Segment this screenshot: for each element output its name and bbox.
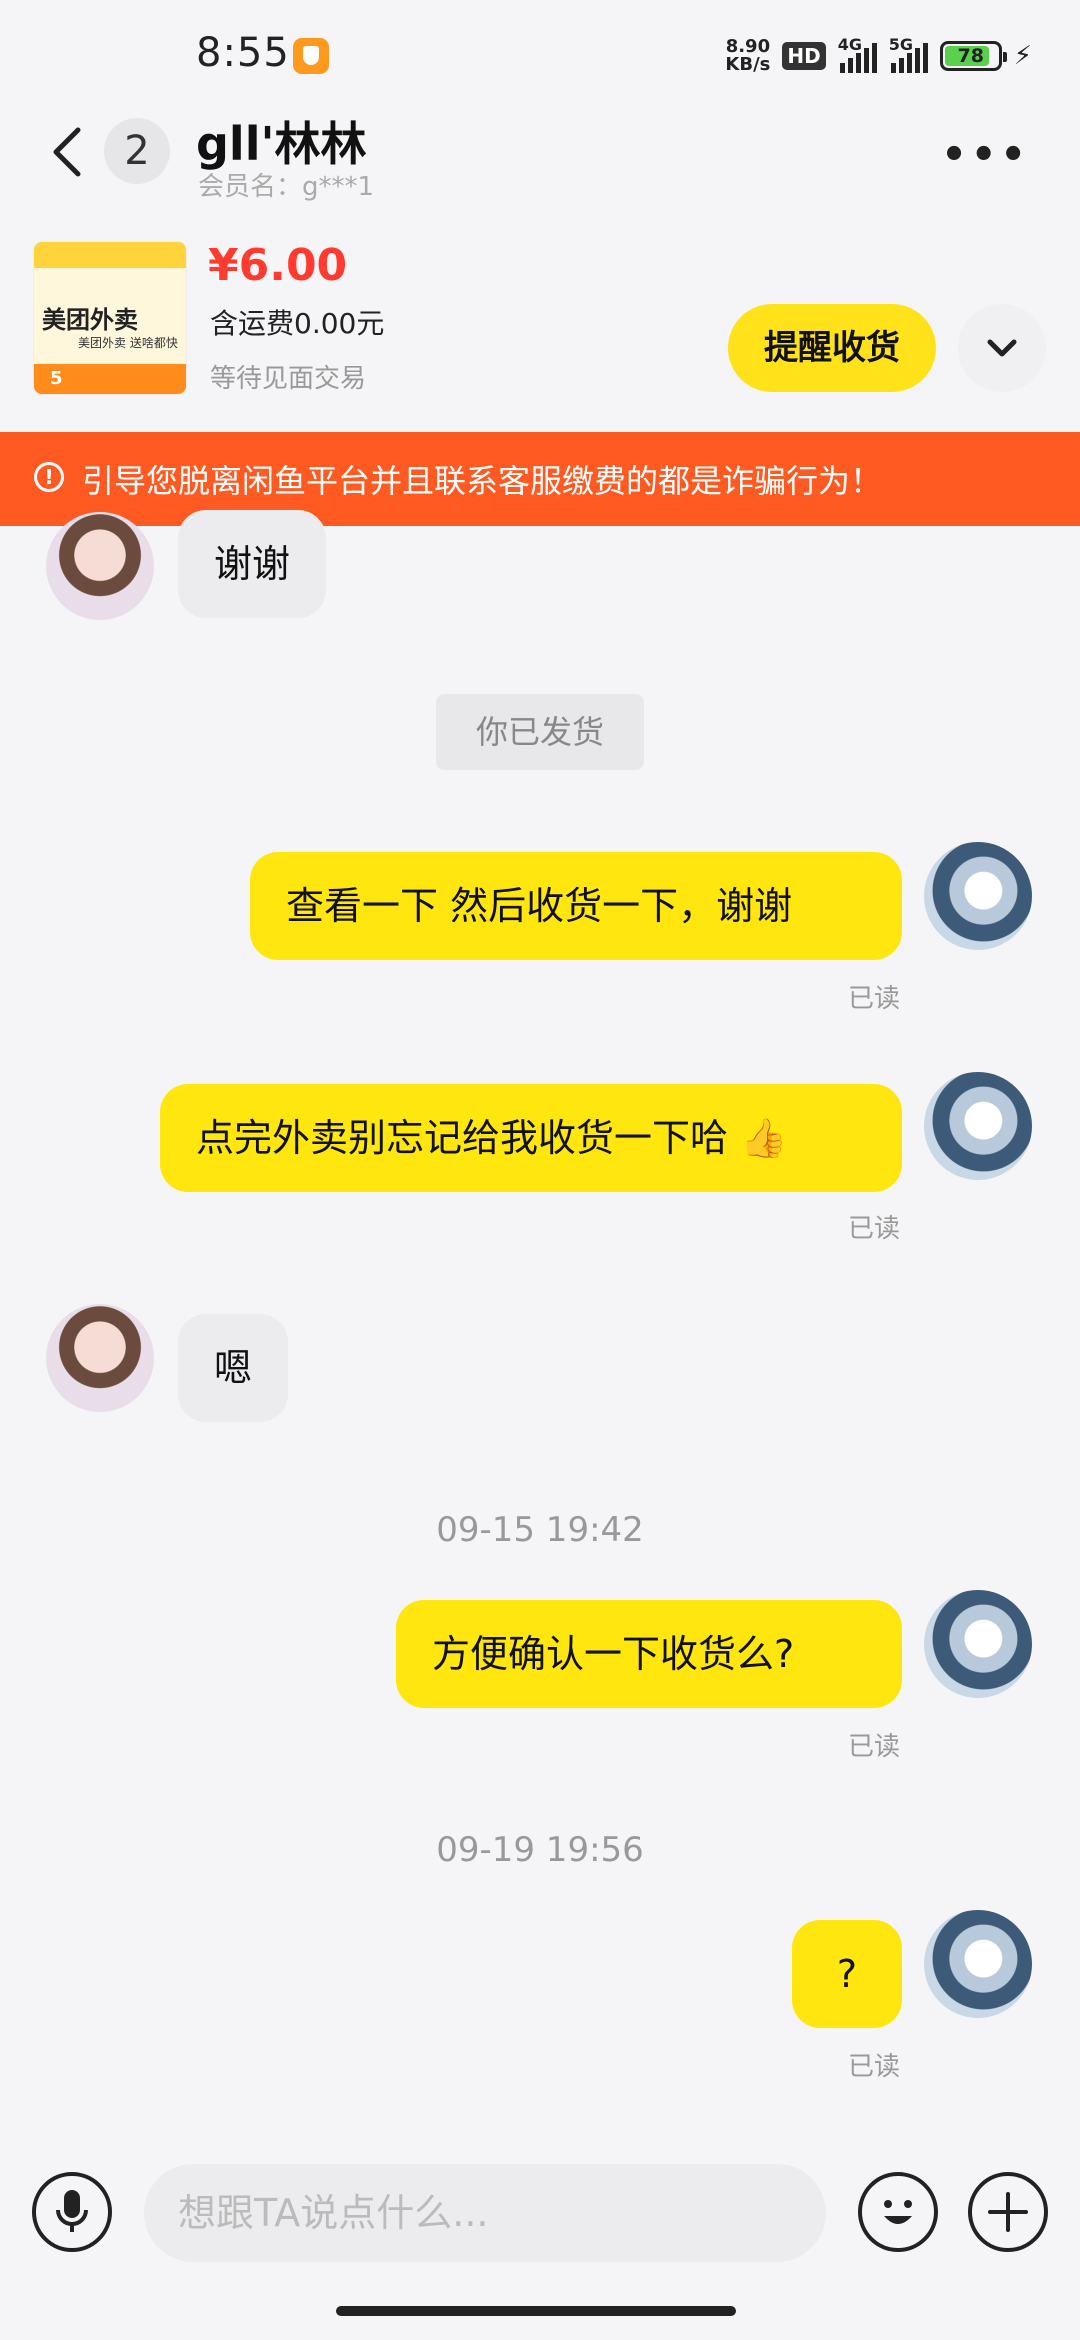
plus-icon (988, 2192, 1028, 2232)
emoji-icon (884, 2200, 912, 2224)
order-card: 美团外卖 美团外卖 送啥都快 5 ¥6.00 含运费0.00元 等待见面交易 提… (0, 230, 1080, 430)
add-button[interactable] (968, 2172, 1048, 2252)
message-bubble-me: 点完外卖别忘记给我收货一下哈 👍 (160, 1084, 902, 1192)
read-receipt: 已读 (848, 2052, 901, 2082)
thumb-number: 5 (50, 368, 63, 389)
thumb-slogan: 美团外卖 送啥都快 (78, 336, 178, 350)
microphone-icon (56, 2190, 88, 2232)
message-bubble-me: 查看一下 然后收货一下，谢谢 (250, 852, 902, 960)
my-avatar[interactable] (924, 1910, 1032, 2018)
other-avatar[interactable] (46, 512, 154, 620)
remind-receipt-button[interactable]: 提醒收货 (728, 304, 936, 392)
message-bubble-other: 嗯 (178, 1314, 289, 1422)
status-time: 8:55 (196, 30, 290, 76)
network-speed: 8.90 KB/s (725, 36, 771, 75)
warning-icon: ! (34, 462, 64, 492)
unread-count-badge[interactable]: 2 (104, 118, 170, 184)
system-message: 你已发货 (436, 694, 644, 770)
timestamp: 09-19 19:56 (436, 1830, 644, 1870)
member-name: 会员名：g***1 (198, 172, 375, 202)
fraud-warning-banner: ! 引导您脱离闲鱼平台并且联系客服缴费的都是诈骗行为！ (0, 432, 1080, 526)
signal-5g-icon: 5G (889, 35, 928, 73)
voice-button[interactable] (32, 2172, 112, 2252)
read-receipt: 已读 (848, 1732, 901, 1762)
battery-icon: 78 (939, 41, 1007, 71)
back-button[interactable] (44, 122, 94, 182)
chevron-left-icon (53, 127, 81, 177)
chevron-down-icon (987, 339, 1017, 357)
finger-heart-emoji-icon: 👍 (728, 1116, 788, 1160)
input-bar (0, 2160, 1080, 2270)
my-avatar[interactable] (924, 1590, 1032, 1698)
expand-button[interactable] (958, 304, 1046, 392)
read-receipt: 已读 (848, 1214, 901, 1244)
thumb-brand: 美团外卖 (42, 306, 138, 334)
message-input[interactable] (144, 2164, 826, 2262)
my-avatar[interactable] (924, 842, 1032, 950)
app-notification-icon (293, 38, 329, 74)
warning-text: 引导您脱离闲鱼平台并且联系客服缴费的都是诈骗行为！ (82, 462, 883, 500)
signal-4g-icon: 4G (838, 35, 877, 73)
hd-icon: HD (782, 42, 826, 70)
emoji-button[interactable] (858, 2172, 938, 2252)
timestamp: 09-15 19:42 (436, 1510, 644, 1550)
other-avatar[interactable] (46, 1304, 154, 1412)
more-dots-icon[interactable]: ••• (941, 132, 1030, 178)
status-right: 8.90 KB/s HD 4G 5G 78 ⚡ (725, 34, 1032, 78)
message-bubble-me: 方便确认一下收货么? (396, 1600, 902, 1708)
product-thumbnail[interactable]: 美团外卖 美团外卖 送啥都快 5 (34, 242, 186, 394)
chat-header: 2 gll'林林 会员名：g***1 ••• (0, 100, 1080, 202)
status-bar: 8:55 8.90 KB/s HD 4G 5G 78 ⚡ (0, 0, 1080, 110)
shipping-fee: 含运费0.00元 (210, 307, 385, 340)
my-avatar[interactable] (924, 1072, 1032, 1180)
home-indicator[interactable] (336, 2306, 736, 2316)
chat-title: gll'林林 (196, 117, 367, 171)
read-receipt: 已读 (848, 984, 901, 1014)
order-price: ¥6.00 (208, 240, 348, 291)
message-bubble-me: ? (792, 1920, 902, 2028)
order-status: 等待见面交易 (210, 364, 367, 394)
message-bubble-other: 谢谢 (178, 510, 327, 618)
charging-icon: ⚡ (1013, 41, 1032, 71)
